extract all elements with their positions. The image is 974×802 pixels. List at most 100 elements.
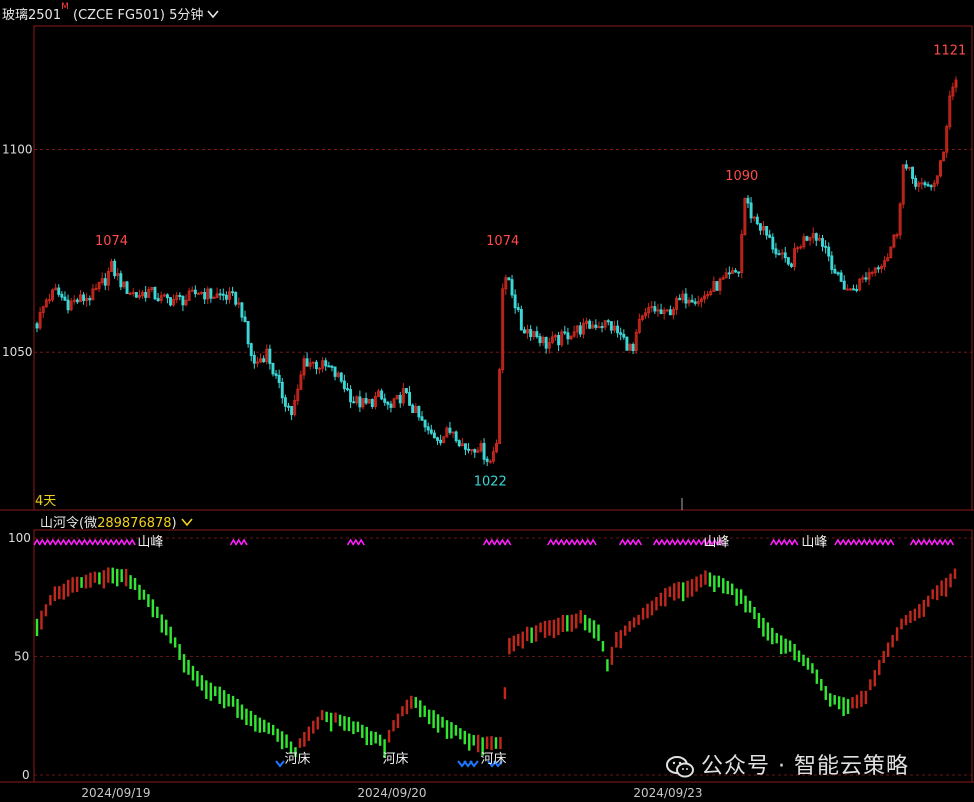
candle-body [597,326,601,329]
indicator-bar [40,610,43,630]
indicator-bar [628,621,631,632]
indicator-bar [882,650,885,664]
indicator-bar [147,594,150,607]
symbol-name: 玻璃2501 [2,8,62,23]
indicator-bar [855,694,859,709]
candle-body [287,405,290,408]
candle-body [209,288,213,299]
candle-body [780,252,784,255]
candle-body [221,293,225,296]
candle-body [305,358,309,367]
indicator-bar [766,622,770,641]
chevron-down-icon[interactable] [207,8,220,23]
candle-body [125,281,129,295]
indicator-bar [864,690,868,705]
indicator-bar [775,633,778,644]
price-tick-label: 1100 [2,142,33,156]
candle-body [786,257,790,265]
indicator-bar [240,704,244,720]
indicator-bar [151,599,155,618]
candle-body [231,291,235,294]
candle-body [684,293,688,304]
candle-body [249,343,253,357]
indicator-bar [142,589,146,600]
indicator-bar [851,697,854,709]
candle-body [746,197,750,204]
candle-body [522,329,526,334]
indicator-bar [615,632,618,648]
indicator-bar [387,729,391,743]
candle-body [529,329,533,338]
indicator-bar [419,700,422,718]
indicator-bar [454,724,458,736]
candle-body [777,253,781,256]
indicator-bar [307,726,311,741]
indicator-bar [793,644,796,661]
peak-label: 山峰 [137,535,163,550]
indicator-bar [476,734,480,753]
indicator-bar [410,695,413,709]
candle-body [824,245,828,248]
candle-body [153,286,157,300]
indicator-bar [66,579,70,597]
indicator-bar [263,719,266,733]
candle-body [411,404,415,414]
indicator-bar [89,572,92,588]
indicator-bar [610,646,614,665]
candle-body [758,223,762,231]
chart-header[interactable]: 玻璃2501M (CZCE FG501) 5分钟 [2,2,220,23]
indicator-bar [280,731,284,750]
indicator-bar [414,697,418,708]
candle-body [923,182,927,186]
candle-body [119,273,123,288]
candle-body [203,291,207,300]
period-label[interactable]: 5分钟 [169,8,203,23]
candle-body [268,348,272,364]
indicator-bar [788,640,792,652]
indicator-bar [441,716,444,728]
candle-body [283,397,287,407]
candle-body [616,325,620,334]
indicator-bar [521,631,524,649]
indicator-bar [891,634,894,648]
indicator-bar [677,581,680,599]
indicator-header[interactable]: 山河令(微289876878) [40,512,193,531]
peak-marker [946,538,955,546]
indicator-bar [218,686,221,704]
candle-body [488,460,492,463]
indicator-bar [659,592,663,607]
indicator-bar [909,610,912,623]
candle-body [439,439,443,444]
indicator-bar [824,685,827,700]
indicator-bar [860,690,863,707]
bed-label: 河床 [382,752,408,767]
indicator-bar [165,619,168,636]
candle-body [765,226,769,236]
candle-body [383,398,387,403]
candle-body [94,288,98,291]
candle-body [280,381,284,399]
candle-body [771,236,775,250]
peak-marker [589,538,597,546]
candle-body [789,263,793,267]
candle-body [619,332,623,335]
chevron-down-icon[interactable] [181,516,193,531]
indicator-bar [820,679,823,691]
indicator-bar [285,734,288,748]
indicator-bar [156,606,159,619]
candle-body [926,184,930,187]
indicator-bar [713,575,716,593]
candle-body [380,390,384,400]
candle-body [66,299,70,311]
candle-body [252,355,256,364]
indicator-bar [771,627,774,645]
indicator-bar [802,654,805,666]
indicator-bar [927,595,930,607]
candle-body [600,326,604,329]
indicator-bar [254,714,257,732]
candle-body [352,401,356,404]
candle-body [768,234,772,238]
indicator-bar [708,572,712,587]
candle-body [755,216,759,225]
candle-body [622,333,626,338]
